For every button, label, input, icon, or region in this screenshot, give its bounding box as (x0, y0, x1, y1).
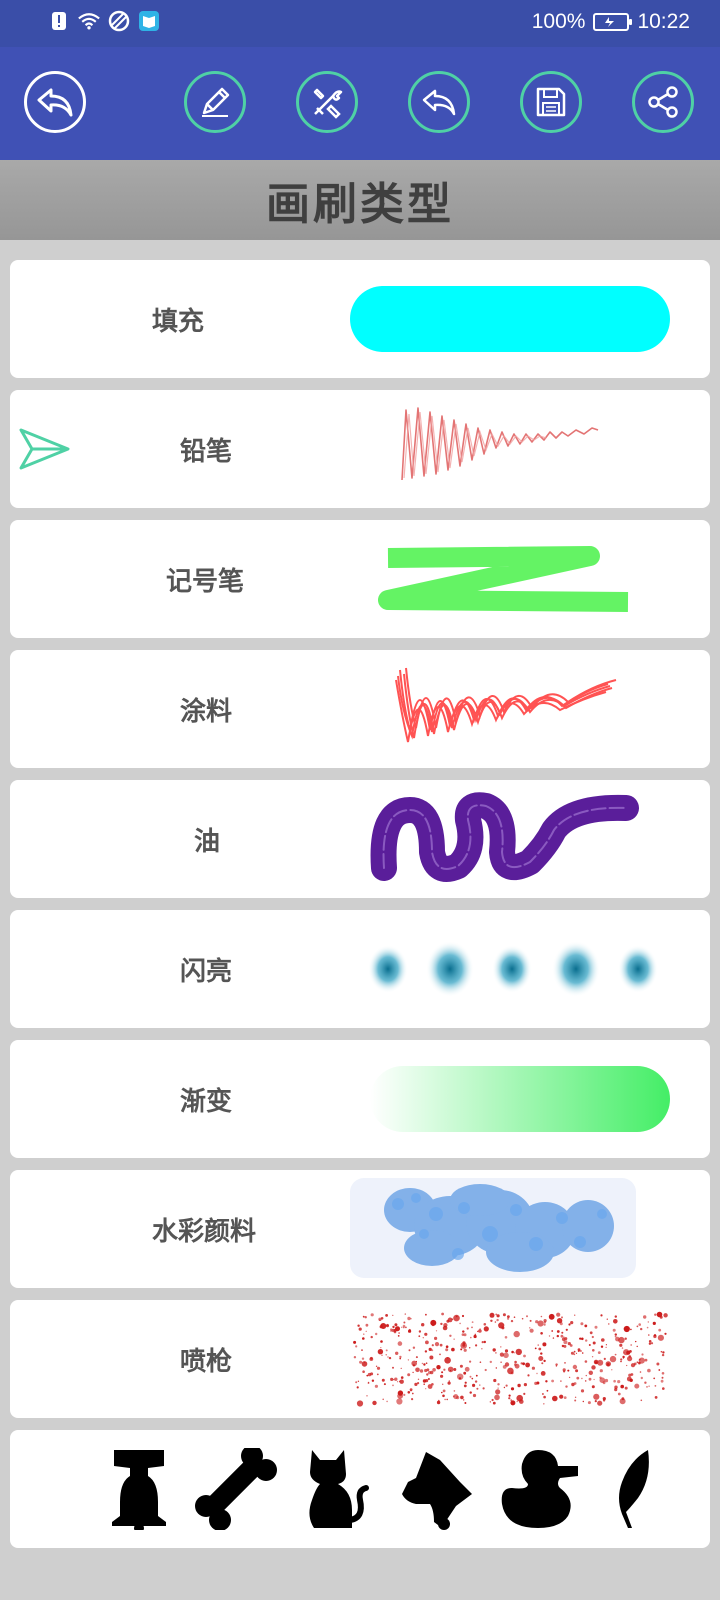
back-button[interactable] (24, 71, 86, 133)
clock: 10:22 (637, 10, 690, 33)
brush-label: 渐变 (180, 1086, 233, 1117)
tools-button[interactable] (296, 71, 358, 133)
feather-icon[interactable] (614, 1448, 654, 1530)
duck-icon[interactable] (498, 1448, 582, 1530)
bell-icon[interactable] (108, 1448, 170, 1530)
brush-item-airbrush[interactable]: 喷枪 (10, 1300, 710, 1418)
cat-icon[interactable] (306, 1448, 370, 1530)
brush-item-glow[interactable]: 闪亮 (10, 910, 710, 1028)
wifi-icon (78, 10, 100, 32)
paint-preview (395, 667, 617, 743)
browser-icon (108, 10, 130, 32)
battery-percent: 100% (531, 10, 586, 33)
share-icon (648, 86, 678, 118)
tools-icon (313, 88, 343, 119)
undo-button[interactable] (408, 71, 470, 133)
glow-preview (368, 941, 658, 997)
brush-label: 水彩颜料 (152, 1216, 257, 1247)
brush-item-pencil[interactable]: 铅笔 (10, 390, 710, 508)
brush-label: 铅笔 (180, 436, 233, 467)
status-right: 100% 10:22 (532, 10, 690, 34)
fill-preview (350, 286, 670, 352)
bone-icon[interactable] (194, 1448, 280, 1530)
dog-icon[interactable] (400, 1448, 476, 1530)
brush-item-gradient[interactable]: 渐变 (10, 1040, 710, 1158)
brush-item-marker[interactable]: 记号笔 (10, 520, 710, 638)
pencil-icon (202, 87, 230, 117)
gradient-preview (370, 1066, 670, 1132)
page-title: 画刷类型 (266, 179, 454, 230)
toolbar (0, 47, 720, 160)
selected-arrow-icon (19, 428, 70, 470)
brush-label: 闪亮 (180, 956, 233, 987)
pencil-preview (401, 407, 599, 481)
brush-item-oil[interactable]: 油 (10, 780, 710, 898)
share-button[interactable] (632, 71, 694, 133)
pencil-button[interactable] (184, 71, 246, 133)
marker-preview (378, 546, 629, 612)
book-app-icon (138, 10, 160, 32)
brush-item-watercolor[interactable]: 水彩颜料 (10, 1170, 710, 1288)
status-bar: 100% 10:22 (0, 0, 720, 47)
oil-preview (370, 792, 639, 882)
brush-label: 涂料 (180, 696, 233, 727)
brush-label: 油 (194, 826, 221, 857)
back-arrow-icon (37, 88, 73, 117)
brush-label: 喷枪 (180, 1346, 233, 1377)
brush-label: 记号笔 (166, 566, 245, 597)
brush-item-fill[interactable]: 填充 (10, 260, 710, 378)
alert-icon (48, 10, 70, 32)
watercolor-preview (350, 1178, 636, 1278)
stamp-shapes-row (10, 1430, 710, 1548)
status-icons (48, 10, 160, 32)
brush-item-paint[interactable]: 涂料 (10, 650, 710, 768)
save-icon (536, 87, 566, 117)
battery-icon (593, 13, 633, 31)
airbrush-preview (353, 1311, 668, 1407)
section-header: 画刷类型 (0, 160, 720, 240)
undo-icon (422, 89, 456, 116)
save-button[interactable] (520, 71, 582, 133)
brush-label: 填充 (152, 306, 205, 337)
